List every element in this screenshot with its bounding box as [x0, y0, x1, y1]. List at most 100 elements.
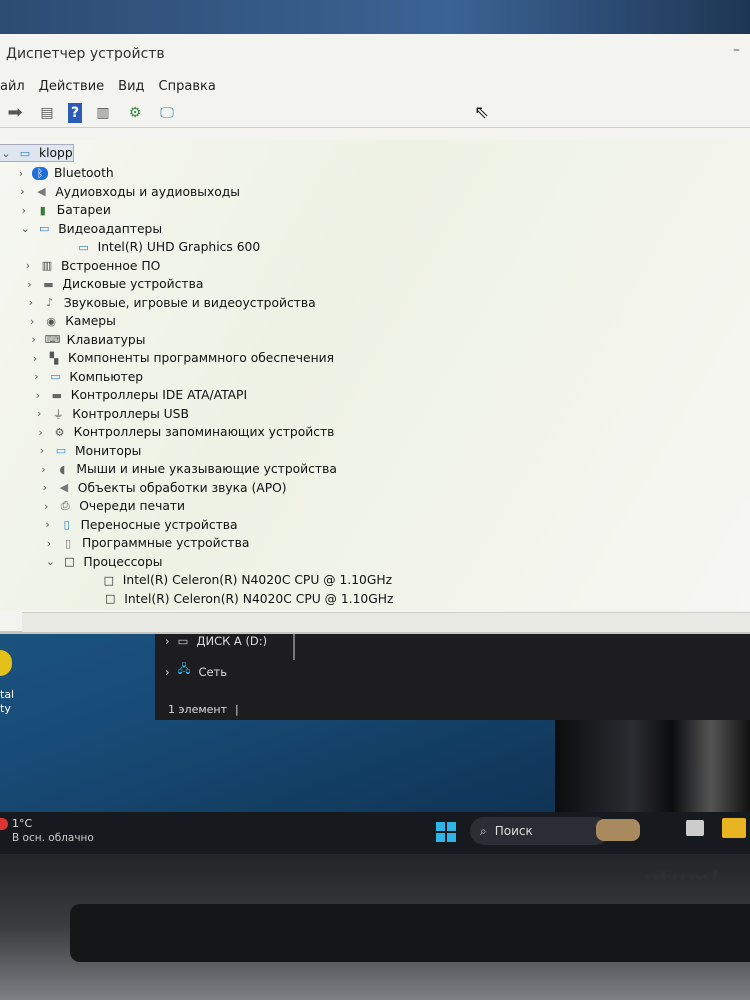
weather-desc[interactable]: В осн. облачно	[12, 832, 94, 844]
mouse-icon: ◖	[59, 462, 66, 476]
chevron-right-icon[interactable]: ›	[28, 352, 42, 365]
scan-hardware-icon[interactable]: 🖵	[156, 103, 178, 123]
toolbar: ➡ ▤ ? ▥ ⚙ 🖵 ⇖	[0, 98, 750, 128]
chevron-right-icon[interactable]: ›	[15, 185, 29, 198]
processor-icon: □	[103, 573, 114, 587]
laptop-bezel: vtuml	[0, 854, 750, 1000]
chevron-right-icon[interactable]: ›	[29, 370, 43, 383]
tree-item-label: Intel(R) Celeron(R) N4020C CPU @ 1.10GHz	[122, 573, 393, 587]
weather-temp[interactable]: 1°C	[12, 817, 32, 830]
menu-view[interactable]: Вид	[118, 79, 144, 94]
tree-item-label: Звуковые, игровые и видеоустройства	[63, 295, 316, 310]
forward-icon[interactable]: ➡	[4, 102, 26, 123]
help-icon[interactable]: ?	[68, 102, 82, 123]
device-item[interactable]: ▭ Intel(R) UHD Graphics 600	[58, 238, 260, 256]
category-item[interactable]: › ⎙ Очереди печати	[39, 497, 185, 515]
title-bar: Диспетчер устройств –	[0, 34, 750, 74]
category-item[interactable]: › ▚ Компоненты программного обеспечения	[28, 349, 334, 367]
chevron-down-icon[interactable]: ⌄	[43, 555, 57, 568]
taskbar-search[interactable]: ⌕ Поиск	[470, 817, 640, 845]
category-item[interactable]: ⌄ □ Процессоры	[43, 553, 163, 571]
chevron-right-icon[interactable]: ›	[27, 333, 41, 346]
nav-item-drive-d[interactable]: › ▭ ДИСК A (D:)	[165, 634, 267, 648]
chevron-right-icon[interactable]: ›	[31, 389, 45, 402]
menu-bar: айл Действие Вид Справка	[0, 74, 750, 98]
nav-item-label: Сеть	[198, 664, 228, 679]
tree-item-label: Батареи	[56, 203, 111, 217]
chevron-right-icon[interactable]: ›	[21, 259, 35, 272]
category-item[interactable]: › ◉ Камеры	[25, 312, 116, 330]
chevron-right-icon[interactable]: ›	[22, 278, 36, 291]
chevron-right-icon[interactable]: ›	[35, 444, 49, 457]
chevron-right-icon[interactable]: ›	[32, 407, 46, 420]
tree-item-label: Компьютер	[69, 369, 144, 384]
minimize-button[interactable]: –	[733, 42, 740, 58]
device-item[interactable]: □ Intel(R) Celeron(R) N4020C CPU @ 1.10GH…	[83, 571, 392, 589]
keyboard-icon: ⌨	[44, 333, 61, 346]
chevron-right-icon[interactable]: ›	[38, 481, 52, 494]
category-item[interactable]: › ◀ Объекты обработки звука (APO)	[38, 479, 287, 497]
category-item[interactable]: › ⏚ Контроллеры USB	[32, 405, 189, 423]
category-item[interactable]: › ▬ Контроллеры IDE ATA/ATAPI	[31, 386, 248, 404]
bluetooth-icon: ᛒ	[32, 166, 48, 180]
chevron-right-icon[interactable]: ›	[41, 518, 55, 531]
view-icon[interactable]: ▥	[92, 103, 114, 123]
tree-item-label: Мыши и иные указывающие устройства	[76, 462, 337, 476]
menu-help[interactable]: Справка	[159, 79, 216, 94]
software-component-icon: ▚	[49, 351, 59, 365]
tree-item-label: klopp	[39, 146, 73, 160]
chevron-down-icon[interactable]: ⌄	[18, 222, 32, 235]
chevron-right-icon[interactable]: ›	[24, 296, 38, 309]
category-item[interactable]: › ◀ Аудиовходы и аудиовыходы	[15, 183, 240, 201]
tree-root[interactable]: ⌄ ▭ klopp	[0, 144, 74, 162]
category-item[interactable]: › ▯ Программные устройства	[42, 534, 250, 552]
chevron-right-icon[interactable]: ›	[25, 315, 39, 328]
file-explorer-window: › ▭ ДИСК A (D:) › 🖧 Сеть 1 элемент |	[155, 634, 750, 720]
category-item[interactable]: › ⚙ Контроллеры запоминающих устройств	[34, 423, 334, 441]
tree-item-label: Программные устройства	[82, 536, 250, 550]
file-explorer-icon[interactable]	[722, 818, 746, 838]
disk-icon: ▬	[43, 277, 54, 291]
chevron-right-icon[interactable]: ›	[34, 426, 48, 439]
category-item[interactable]: › ▭ Компьютер	[29, 368, 143, 386]
category-item[interactable]: › ▬ Дисковые устройства	[22, 275, 203, 293]
category-item[interactable]: › ▭ Мониторы	[35, 442, 142, 460]
chevron-down-icon[interactable]: ⌄	[0, 147, 13, 160]
tree-item-label: Видеоадаптеры	[58, 221, 163, 236]
menu-file[interactable]: айл	[0, 79, 25, 94]
category-item[interactable]: › ♪ Звуковые, игровые и видеоустройства	[24, 294, 316, 312]
device-tree: ⌄ ▭ klopp › ᛒ Bluetooth › ◀ Аудиовходы и аудиовы…	[0, 140, 750, 610]
category-item[interactable]: › ▮ Батареи	[17, 201, 111, 219]
desktop-app-icon[interactable]	[0, 650, 12, 676]
start-button[interactable]	[436, 822, 456, 842]
chevron-right-icon[interactable]: ›	[42, 537, 56, 550]
tree-item-label: Мониторы	[75, 443, 142, 458]
chevron-right-icon[interactable]: ›	[14, 167, 28, 180]
taskbar: 1°C В осн. облачно ⌕ Поиск	[0, 812, 750, 854]
menu-action[interactable]: Действие	[39, 79, 104, 94]
category-item[interactable]: ⌄ ▭ Видеоадаптеры	[18, 220, 163, 238]
scrollbar[interactable]	[293, 634, 295, 660]
category-item[interactable]: › ⌨ Клавиатуры	[27, 331, 145, 349]
properties-icon[interactable]: ▤	[36, 103, 58, 123]
search-icon: ⌕	[480, 823, 487, 838]
tree-item-label: Контроллеры IDE ATA/ATAPI	[70, 388, 248, 402]
tree-item-label: Bluetooth	[54, 166, 114, 180]
weather-icon[interactable]	[0, 818, 8, 830]
printer-icon: ⎙	[60, 499, 70, 512]
device-item[interactable]: □ Intel(R) Celeron(R) N4020C CPU @ 1.10GH…	[84, 590, 393, 608]
category-item[interactable]: › ▥ Встроенное ПО	[21, 257, 160, 275]
task-view-icon[interactable]	[686, 820, 704, 836]
chevron-right-icon[interactable]: ›	[39, 500, 53, 513]
category-item[interactable]: › ◖ Мыши и иные указывающие устройства	[36, 460, 337, 478]
desktop-icon-label[interactable]: tal ty	[0, 688, 14, 716]
explorer-status: 1 элемент |	[168, 703, 239, 716]
tree-item-label: Процессоры	[83, 554, 163, 569]
category-item[interactable]: › ▯ Переносные устройства	[41, 516, 237, 534]
chevron-right-icon[interactable]: ›	[36, 463, 50, 476]
category-item[interactable]: › ᛒ Bluetooth	[14, 164, 114, 182]
update-driver-icon[interactable]: ⚙	[124, 103, 146, 123]
tree-item-label: Объекты обработки звука (APO)	[77, 480, 287, 495]
nav-item-network[interactable]: › 🖧 Сеть	[165, 662, 227, 681]
chevron-right-icon[interactable]: ›	[17, 204, 31, 217]
